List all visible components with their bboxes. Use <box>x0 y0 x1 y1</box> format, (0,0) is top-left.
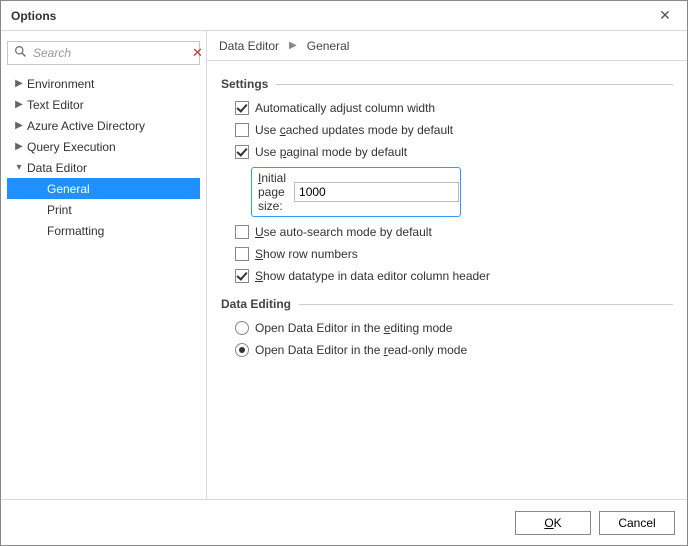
main-panel: Data Editor ▶ General Settings Automatic… <box>207 31 687 499</box>
ok-button[interactable]: OK <box>515 511 591 535</box>
tree-item-label: Query Execution <box>25 140 116 154</box>
group-title: Settings <box>221 77 268 91</box>
opt-editing-mode: Open Data Editor in the editing mode <box>235 321 673 335</box>
cancel-button[interactable]: Cancel <box>599 511 675 535</box>
opt-row-numbers: Show row numbers <box>235 247 673 261</box>
tree-item-label: General <box>45 182 90 196</box>
label-show-datatype[interactable]: Show datatype in data editor column head… <box>255 269 490 283</box>
tree-item-aad[interactable]: ▶Azure Active Directory <box>7 115 200 136</box>
tree-item-label: Azure Active Directory <box>25 119 145 133</box>
clear-search-icon[interactable]: ✕ <box>190 45 205 61</box>
content-area: Settings Automatically adjust column wid… <box>207 61 687 499</box>
opt-show-datatype: Show datatype in data editor column head… <box>235 269 673 283</box>
label-paginal[interactable]: Use paginal mode by default <box>255 145 407 159</box>
checkbox-paginal[interactable] <box>235 145 249 159</box>
checkbox-cached-updates[interactable] <box>235 123 249 137</box>
tree-item-label: Formatting <box>45 224 104 238</box>
tree-item-label: Environment <box>25 77 94 91</box>
tree-item-data-editor[interactable]: ▾Data Editor <box>7 157 200 178</box>
opt-auto-col-width: Automatically adjust column width <box>235 101 673 115</box>
chevron-right-icon: ▶ <box>13 78 25 89</box>
label-page-size: Initial page size: <box>258 171 286 213</box>
breadcrumb-item[interactable]: Data Editor <box>219 39 279 53</box>
breadcrumb-item[interactable]: General <box>307 39 350 53</box>
tree-item-formatting[interactable]: Formatting <box>7 220 200 241</box>
label-auto-col-width[interactable]: Automatically adjust column width <box>255 101 435 115</box>
tree-item-environment[interactable]: ▶Environment <box>7 73 200 94</box>
opt-page-size: Initial page size: <box>251 167 461 217</box>
tree-item-general[interactable]: General <box>7 178 200 199</box>
radio-readonly-mode[interactable] <box>235 343 249 357</box>
group-title: Data Editing <box>221 297 291 311</box>
search-input[interactable] <box>31 45 190 61</box>
divider <box>299 304 673 305</box>
footer: OK Cancel <box>1 499 687 545</box>
checkbox-row-numbers[interactable] <box>235 247 249 261</box>
opt-readonly-mode: Open Data Editor in the read-only mode <box>235 343 673 357</box>
sidebar: ✕ ▶Environment ▶Text Editor ▶Azure Activ… <box>1 31 207 499</box>
nav-tree: ▶Environment ▶Text Editor ▶Azure Active … <box>7 73 200 493</box>
label-cached-updates[interactable]: Use cached updates mode by default <box>255 123 453 137</box>
opt-paginal: Use paginal mode by default <box>235 145 673 159</box>
chevron-right-icon: ▶ <box>13 99 25 110</box>
tree-item-text-editor[interactable]: ▶Text Editor <box>7 94 200 115</box>
chevron-right-icon: ▶ <box>289 40 297 51</box>
titlebar: Options ✕ <box>1 1 687 31</box>
opt-auto-search: Use auto-search mode by default <box>235 225 673 239</box>
checkbox-auto-col-width[interactable] <box>235 101 249 115</box>
label-editing-mode[interactable]: Open Data Editor in the editing mode <box>255 321 452 335</box>
close-icon[interactable]: ✕ <box>651 5 679 27</box>
tree-item-query-execution[interactable]: ▶Query Execution <box>7 136 200 157</box>
group-data-editing: Data Editing <box>221 297 673 311</box>
tree-item-label: Data Editor <box>25 161 87 175</box>
search-icon <box>14 45 27 61</box>
label-row-numbers[interactable]: Show row numbers <box>255 247 358 261</box>
chevron-down-icon: ▾ <box>13 162 25 173</box>
chevron-right-icon: ▶ <box>13 141 25 152</box>
input-page-size[interactable] <box>294 182 459 202</box>
breadcrumb: Data Editor ▶ General <box>207 31 687 61</box>
tree-item-print[interactable]: Print <box>7 199 200 220</box>
tree-item-label: Text Editor <box>25 98 84 112</box>
group-settings: Settings <box>221 77 673 91</box>
opt-cached-updates: Use cached updates mode by default <box>235 123 673 137</box>
search-box[interactable]: ✕ <box>7 41 200 65</box>
label-auto-search[interactable]: Use auto-search mode by default <box>255 225 432 239</box>
checkbox-auto-search[interactable] <box>235 225 249 239</box>
radio-editing-mode[interactable] <box>235 321 249 335</box>
divider <box>276 84 673 85</box>
chevron-right-icon: ▶ <box>13 120 25 131</box>
checkbox-show-datatype[interactable] <box>235 269 249 283</box>
tree-item-label: Print <box>45 203 72 217</box>
window-title: Options <box>11 9 651 23</box>
label-readonly-mode[interactable]: Open Data Editor in the read-only mode <box>255 343 467 357</box>
dialog-body: ✕ ▶Environment ▶Text Editor ▶Azure Activ… <box>1 31 687 499</box>
